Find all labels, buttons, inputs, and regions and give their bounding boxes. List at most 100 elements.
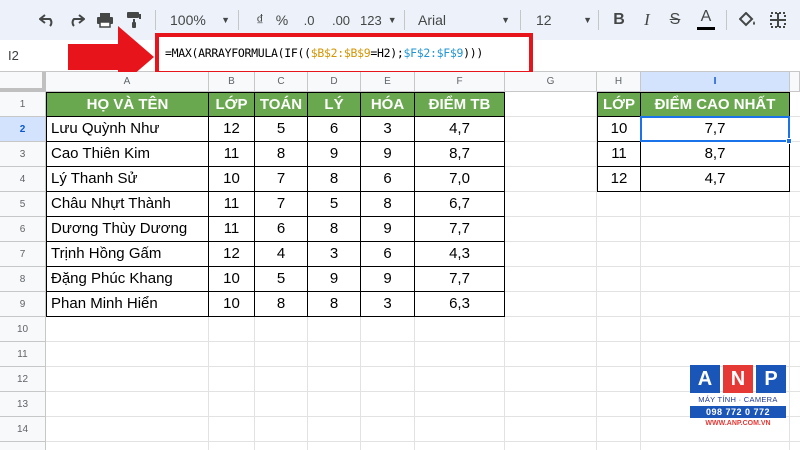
table-cell[interactable]: 5: [255, 267, 308, 292]
table-cell[interactable]: Lưu Quỳnh Như: [46, 117, 209, 142]
column-header-g[interactable]: G: [505, 72, 597, 92]
column-header-b[interactable]: B: [209, 72, 255, 92]
table-cell[interactable]: 7: [255, 167, 308, 192]
row-header-6[interactable]: 6: [0, 217, 46, 242]
row-header-13[interactable]: 13: [0, 392, 46, 417]
row-header-8[interactable]: 8: [0, 267, 46, 292]
bold-button[interactable]: B: [608, 8, 630, 32]
table-cell[interactable]: 4: [255, 242, 308, 267]
row-header-14[interactable]: 14: [0, 417, 46, 442]
table-header-cell[interactable]: LÝ: [308, 92, 361, 117]
table-cell[interactable]: Đặng Phúc Khang: [46, 267, 209, 292]
table-cell[interactable]: 6: [361, 242, 415, 267]
table-cell[interactable]: 8: [361, 192, 415, 217]
table-cell[interactable]: 7,0: [415, 167, 505, 192]
table2-cell[interactable]: 7,7: [641, 117, 790, 142]
font-size-dropdown[interactable]: 12 ▼: [536, 8, 592, 32]
select-all-corner[interactable]: [0, 72, 46, 92]
table-header-cell[interactable]: HỌ VÀ TÊN: [46, 92, 209, 117]
table-cell[interactable]: 8: [308, 167, 361, 192]
table-cell[interactable]: 6: [308, 117, 361, 142]
row-header-10[interactable]: 10: [0, 317, 46, 342]
table-cell[interactable]: 3: [361, 292, 415, 317]
column-header-e[interactable]: E: [361, 72, 415, 92]
table-header-cell[interactable]: ĐIỂM TB: [415, 92, 505, 117]
table-cell[interactable]: 6,7: [415, 192, 505, 217]
table-cell[interactable]: 4,3: [415, 242, 505, 267]
table-cell[interactable]: Cao Thiên Kim: [46, 142, 209, 167]
table-cell[interactable]: 9: [361, 217, 415, 242]
table2-cell[interactable]: 12: [597, 167, 641, 192]
table-cell[interactable]: 7,7: [415, 267, 505, 292]
percent-format-button[interactable]: %: [272, 8, 292, 32]
table-cell[interactable]: 10: [209, 292, 255, 317]
row-header-5[interactable]: 5: [0, 192, 46, 217]
font-family-dropdown[interactable]: Arial ▼: [418, 8, 510, 32]
table2-header-cell[interactable]: ĐIỂM CAO NHẤT: [641, 92, 790, 117]
row-header-11[interactable]: 11: [0, 342, 46, 367]
table-cell[interactable]: 6: [255, 217, 308, 242]
formula-input[interactable]: =MAX(ARRAYFORMULA(IF(($B$2:$B$9=H2);$F$2…: [165, 46, 483, 60]
table-cell[interactable]: 4,7: [415, 117, 505, 142]
column-header-h[interactable]: H: [597, 72, 641, 92]
table-cell[interactable]: 3: [361, 117, 415, 142]
table2-header-cell[interactable]: LỚP: [597, 92, 641, 117]
row-header-2[interactable]: 2: [0, 117, 46, 142]
table-cell[interactable]: 9: [308, 267, 361, 292]
table-header-cell[interactable]: HÓA: [361, 92, 415, 117]
table-cell[interactable]: 11: [209, 142, 255, 167]
decrease-decimal-button[interactable]: .0: [296, 8, 322, 32]
row-header-1[interactable]: 1: [0, 92, 46, 117]
table-cell[interactable]: 5: [308, 192, 361, 217]
text-color-button[interactable]: A: [694, 8, 718, 32]
table-cell[interactable]: 11: [209, 217, 255, 242]
undo-icon[interactable]: [36, 8, 60, 32]
fill-handle[interactable]: [786, 138, 792, 144]
italic-button[interactable]: I: [636, 8, 658, 32]
column-header-i[interactable]: I: [641, 72, 790, 92]
table-cell[interactable]: 8: [255, 142, 308, 167]
table-cell[interactable]: 8: [255, 292, 308, 317]
row-header-4[interactable]: 4: [0, 167, 46, 192]
table-cell[interactable]: Châu Nhựt Thành: [46, 192, 209, 217]
column-header-a[interactable]: A: [46, 72, 209, 92]
table-cell[interactable]: 10: [209, 167, 255, 192]
table2-cell[interactable]: 11: [597, 142, 641, 167]
table-cell[interactable]: 8,7: [415, 142, 505, 167]
table-cell[interactable]: 6: [361, 167, 415, 192]
increase-decimal-button[interactable]: .00: [326, 8, 356, 32]
table2-cell[interactable]: 4,7: [641, 167, 790, 192]
row-header-12[interactable]: 12: [0, 367, 46, 392]
table-cell[interactable]: 9: [361, 142, 415, 167]
table-cell[interactable]: 7,7: [415, 217, 505, 242]
table-header-cell[interactable]: TOÁN: [255, 92, 308, 117]
table-cell[interactable]: 7: [255, 192, 308, 217]
table2-cell[interactable]: 8,7: [641, 142, 790, 167]
fill-color-icon[interactable]: [736, 8, 760, 32]
table-cell[interactable]: 6,3: [415, 292, 505, 317]
table-cell[interactable]: 9: [308, 142, 361, 167]
row-header-15[interactable]: 15: [0, 442, 46, 450]
currency-format-button[interactable]: ₫: [250, 8, 270, 32]
table-cell[interactable]: 12: [209, 242, 255, 267]
row-header-9[interactable]: 9: [0, 292, 46, 317]
table-cell[interactable]: 10: [209, 267, 255, 292]
table-cell[interactable]: Phan Minh Hiển: [46, 292, 209, 317]
column-header-d[interactable]: D: [308, 72, 361, 92]
table-cell[interactable]: 5: [255, 117, 308, 142]
borders-icon[interactable]: [766, 8, 790, 32]
table-cell[interactable]: 9: [361, 267, 415, 292]
more-formats-dropdown[interactable]: 123 ▼: [360, 8, 397, 32]
table-cell[interactable]: 8: [308, 217, 361, 242]
strikethrough-button[interactable]: S: [664, 8, 686, 32]
table-cell[interactable]: 12: [209, 117, 255, 142]
table-cell[interactable]: Dương Thùy Dương: [46, 217, 209, 242]
row-header-7[interactable]: 7: [0, 242, 46, 267]
table-cell[interactable]: 3: [308, 242, 361, 267]
column-header-c[interactable]: C: [255, 72, 308, 92]
zoom-dropdown[interactable]: 100% ▼: [170, 8, 230, 32]
table-cell[interactable]: Trịnh Hồng Gấm: [46, 242, 209, 267]
table-cell[interactable]: 8: [308, 292, 361, 317]
column-header-f[interactable]: F: [415, 72, 505, 92]
table2-cell[interactable]: 10: [597, 117, 641, 142]
